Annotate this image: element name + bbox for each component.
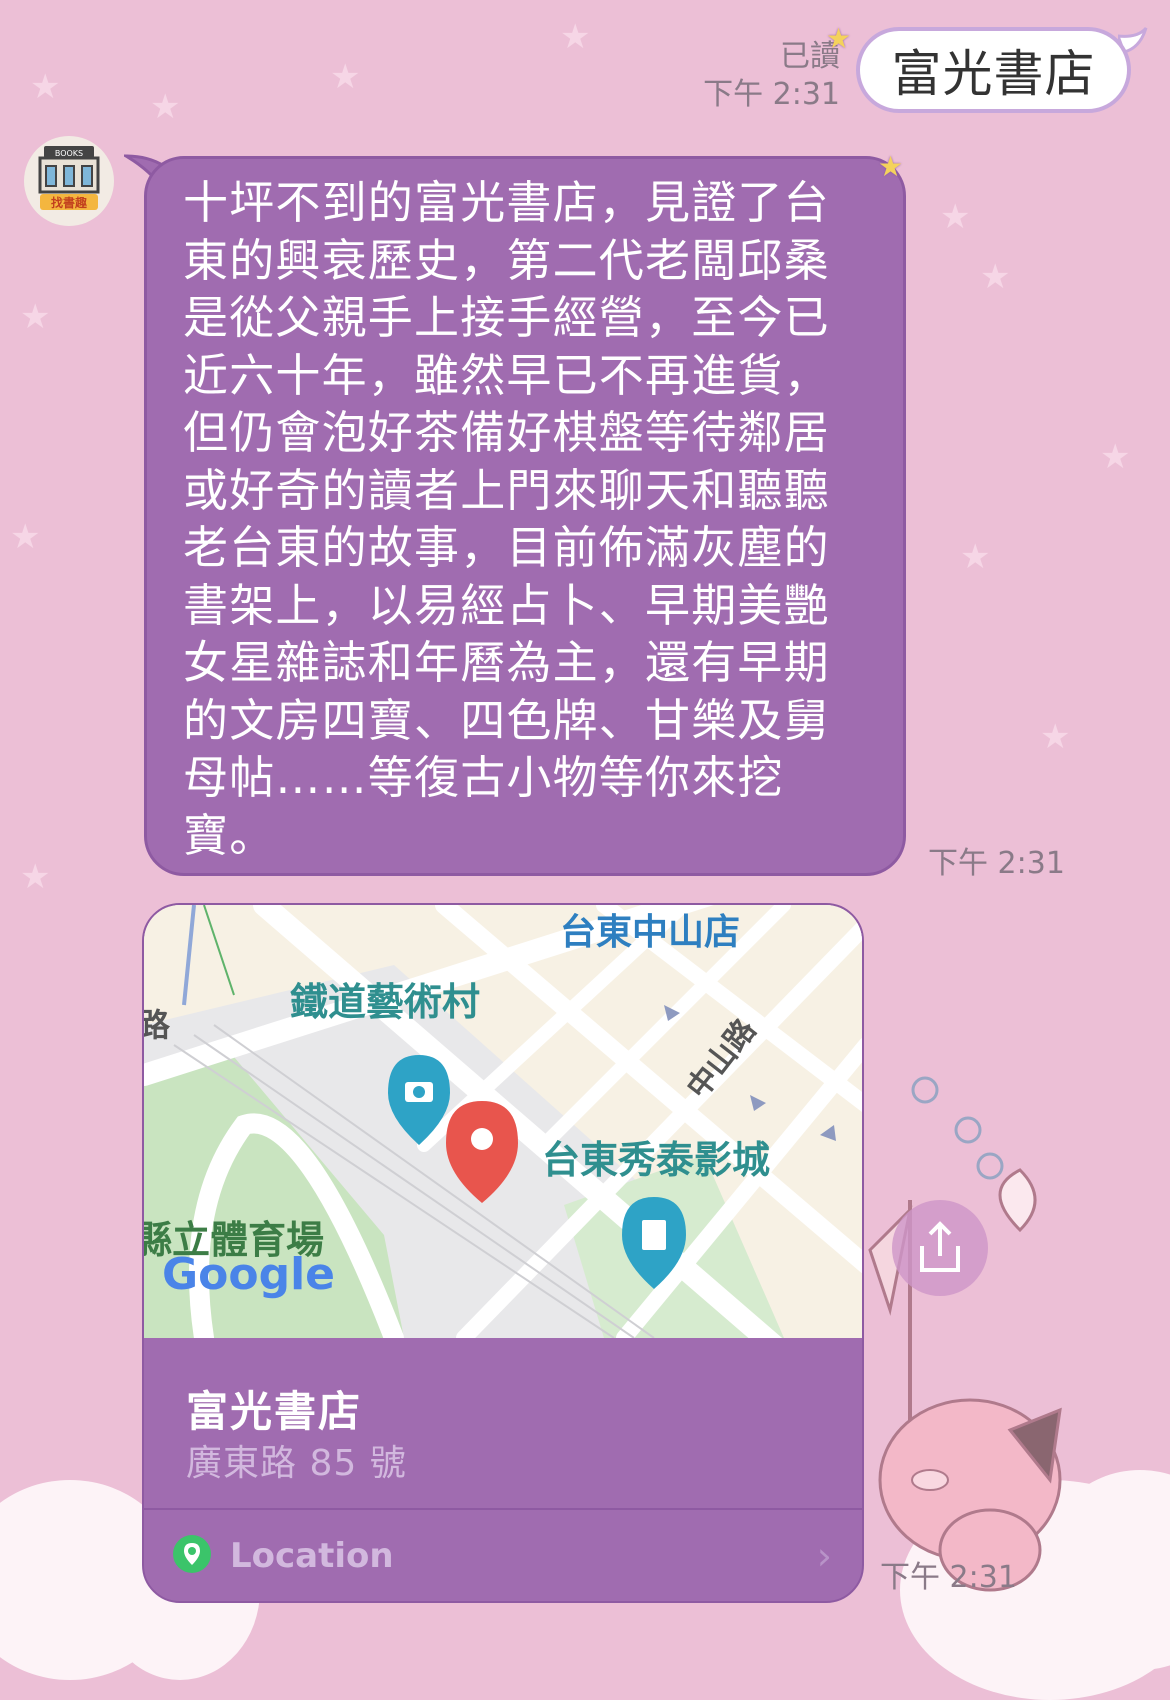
map-label-store: 台東中山店 <box>560 912 741 953</box>
sparkle-icon: ★ <box>826 22 852 55</box>
read-status: 已讀 <box>780 39 840 74</box>
star-decoration: ★ <box>330 57 361 97</box>
star-decoration: ★ <box>980 257 1011 297</box>
bookstore-avatar-icon: BOOKS 找書趣 <box>38 146 100 210</box>
location-address: 廣東路 85 號 <box>186 1443 407 1484</box>
location-info[interactable]: 富光書店 廣東路 85 號 <box>144 1338 862 1508</box>
star-decoration: ★ <box>560 17 591 57</box>
star-decoration: ★ <box>940 197 971 237</box>
location-footer-label: Location <box>230 1536 394 1576</box>
share-icon <box>920 1221 960 1272</box>
star-decoration: ★ <box>30 67 61 107</box>
outgoing-message-bubble[interactable]: 富光書店 <box>856 27 1131 113</box>
location-pin-icon <box>173 1535 211 1573</box>
map-label-road-fragment: 路 <box>144 1000 170 1046</box>
location-name: 富光書店 <box>186 1387 363 1436</box>
star-decoration: ★ <box>1100 437 1131 477</box>
avatar-badge-top: BOOKS <box>55 149 83 158</box>
outgoing-message-text: 富光書店 <box>891 45 1096 103</box>
incoming-message-bubble[interactable]: 十坪不到的富光書店，見證了台東的興衰歷史，第二代老闆邱桑是從父親手上接手經營，至… <box>144 156 906 876</box>
incoming-message-text: 十坪不到的富光書店，見證了台東的興衰歷史，第二代老闆邱桑是從父親手上接手經營，至… <box>183 176 830 862</box>
star-decoration: ★ <box>20 297 51 337</box>
outgoing-time: 下午 2:31 <box>703 77 840 112</box>
location-card[interactable]: 台東中山店 鐵道藝術村 中山路 台東秀泰影城 縣立體育場 路 Google 富光… <box>142 903 864 1603</box>
location-message-time: 下午 2:31 <box>880 1560 1017 1595</box>
star-decoration: ★ <box>960 537 991 577</box>
map-label-railway-art-village: 鐵道藝術村 <box>290 980 481 1024</box>
google-logo: Google <box>162 1249 335 1300</box>
sparkle-icon: ★ <box>878 150 904 183</box>
share-button[interactable] <box>892 1200 988 1296</box>
incoming-message-time: 下午 2:31 <box>928 846 1065 881</box>
star-decoration: ★ <box>20 857 51 897</box>
location-footer[interactable]: Location › <box>144 1510 862 1601</box>
outgoing-meta: 已讀 下午 2:31 <box>703 38 840 114</box>
map-label-cinema: 台東秀泰影城 <box>542 1138 771 1182</box>
chevron-right-icon: › <box>816 1534 832 1578</box>
star-decoration: ★ <box>10 517 41 557</box>
avatar-badge-bottom: 找書趣 <box>51 195 88 210</box>
star-decoration: ★ <box>150 87 181 127</box>
avatar[interactable]: BOOKS 找書趣 <box>24 136 114 226</box>
map-preview[interactable]: 台東中山店 鐵道藝術村 中山路 台東秀泰影城 縣立體育場 路 Google <box>144 905 862 1338</box>
star-decoration: ★ <box>1040 717 1071 757</box>
